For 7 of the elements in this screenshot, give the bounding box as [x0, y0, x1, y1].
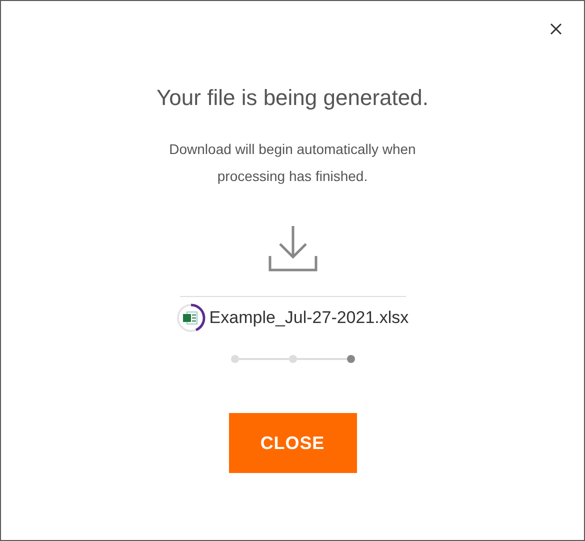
close-icon[interactable]	[548, 21, 564, 37]
file-name: Example_Jul-27-2021.xlsx	[209, 307, 409, 330]
close-button[interactable]: CLOSE	[228, 413, 356, 473]
download-icon	[268, 224, 318, 272]
dialog-message: Download will begin automatically when processing has finished.	[168, 140, 417, 186]
spreadsheet-file-icon	[176, 303, 206, 333]
dialog-title: Your file is being generated.	[156, 84, 428, 112]
